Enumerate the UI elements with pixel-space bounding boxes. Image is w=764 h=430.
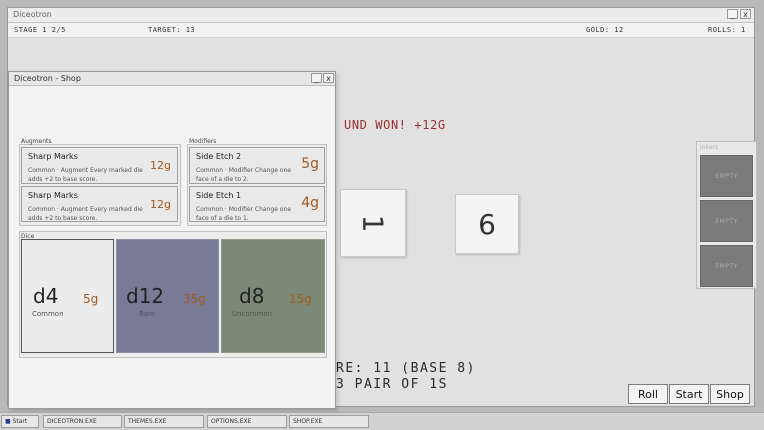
- modifier-price: 5g: [301, 156, 319, 172]
- joker-slot[interactable]: EMPTY: [700, 200, 753, 242]
- dice-card-d8[interactable]: d8 15g Uncommon: [221, 239, 325, 353]
- augment-description: Common · Augment Every marked die adds +…: [28, 206, 143, 222]
- score-readout: RE: 11 (BASE 8): [336, 361, 476, 376]
- dice-card-price: 5g: [83, 292, 99, 306]
- start-menu-button[interactable]: ■ Start: [1, 415, 39, 428]
- augment-description: Common · Augment Every marked die adds +…: [28, 167, 143, 183]
- shop-button[interactable]: Shop: [710, 384, 750, 404]
- start-icon: ■: [5, 418, 11, 425]
- taskbar: ■ Start DICEOTRON.EXE THEMES.EXE OPTIONS…: [0, 412, 764, 430]
- modifier-card[interactable]: Side Etch 1 Common · Modifier Change one…: [189, 186, 325, 222]
- hand-readout: 3 PAIR OF 1S: [336, 377, 448, 392]
- dice-card-rarity: Common: [32, 310, 64, 318]
- die-slot-1[interactable]: 1: [340, 189, 406, 257]
- augment-price: 12g: [150, 159, 171, 172]
- augment-price: 12g: [150, 198, 171, 211]
- roll-button[interactable]: Roll: [628, 384, 668, 404]
- shop-titlebar[interactable]: Diceotron - Shop _ x: [9, 72, 335, 86]
- minimize-icon[interactable]: _: [311, 73, 322, 83]
- modifier-price: 4g: [301, 195, 319, 211]
- augment-name: Sharp Marks: [28, 191, 78, 200]
- dice-card-name: d8: [239, 284, 265, 308]
- start-label: Start: [12, 418, 28, 425]
- augments-label: Augments: [21, 138, 52, 145]
- dice-card-d12[interactable]: d12 35g Rare: [116, 239, 219, 353]
- dice-card-rarity: Uncommon: [232, 310, 273, 318]
- taskbar-item-shop[interactable]: SHOP.EXE: [289, 415, 369, 428]
- stage-indicator: STAGE 1 2/5: [14, 26, 66, 34]
- die-face-value: 6: [478, 207, 496, 241]
- modifier-description: Common · Modifier Change one face of a d…: [196, 206, 291, 222]
- augment-name: Sharp Marks: [28, 152, 78, 161]
- taskbar-item-options[interactable]: OPTIONS.EXE: [207, 415, 287, 428]
- augment-card[interactable]: Sharp Marks Common · Augment Every marke…: [21, 186, 178, 222]
- taskbar-item-diceotron[interactable]: DICEOTRON.EXE: [43, 415, 122, 428]
- modifier-card[interactable]: Side Etch 2 Common · Modifier Change one…: [189, 147, 325, 184]
- round-won-message: UND WON! +12G: [344, 118, 446, 132]
- die-slot-2[interactable]: 6: [455, 194, 519, 254]
- modifier-description: Common · Modifier Change one face of a d…: [196, 167, 291, 183]
- modifier-name: Side Etch 2: [196, 152, 242, 161]
- shop-title: Diceotron - Shop: [14, 74, 81, 83]
- dice-card-price: 35g: [183, 292, 206, 306]
- taskbar-item-themes[interactable]: THEMES.EXE: [124, 415, 204, 428]
- close-icon[interactable]: x: [323, 73, 334, 83]
- target-score: TARGET: 13: [148, 26, 196, 34]
- joker-slot[interactable]: EMPTY: [700, 155, 753, 197]
- game-window-titlebar[interactable]: Diceotron _ x: [8, 8, 754, 23]
- dice-card-price: 15g: [289, 292, 312, 306]
- dice-card-rarity: Rare: [139, 310, 156, 318]
- joker-panel-title: Jokers: [700, 144, 718, 151]
- game-window-title: Diceotron: [13, 10, 52, 19]
- dice-card-name: d12: [126, 284, 165, 308]
- start-button[interactable]: Start: [669, 384, 709, 404]
- minimize-icon[interactable]: _: [727, 9, 738, 19]
- dice-card-d4[interactable]: d4 5g Common: [21, 239, 114, 353]
- dice-card-name: d4: [33, 284, 59, 308]
- hud-bar: STAGE 1 2/5 TARGET: 13 GOLD: 12 ROLLS: 1…: [8, 23, 754, 48]
- close-icon[interactable]: x: [740, 9, 751, 19]
- gold-counter: GOLD: 12: [586, 26, 624, 34]
- augment-card[interactable]: Sharp Marks Common · Augment Every marke…: [21, 147, 178, 184]
- die-face-value: 1: [356, 214, 390, 232]
- modifier-name: Side Etch 1: [196, 191, 242, 200]
- joker-panel: Jokers EMPTY EMPTY EMPTY: [696, 141, 757, 289]
- shop-window: Diceotron - Shop _ x Augments Sharp Mark…: [8, 71, 336, 409]
- joker-slot[interactable]: EMPTY: [700, 245, 753, 287]
- modifiers-label: Modifiers: [189, 138, 217, 145]
